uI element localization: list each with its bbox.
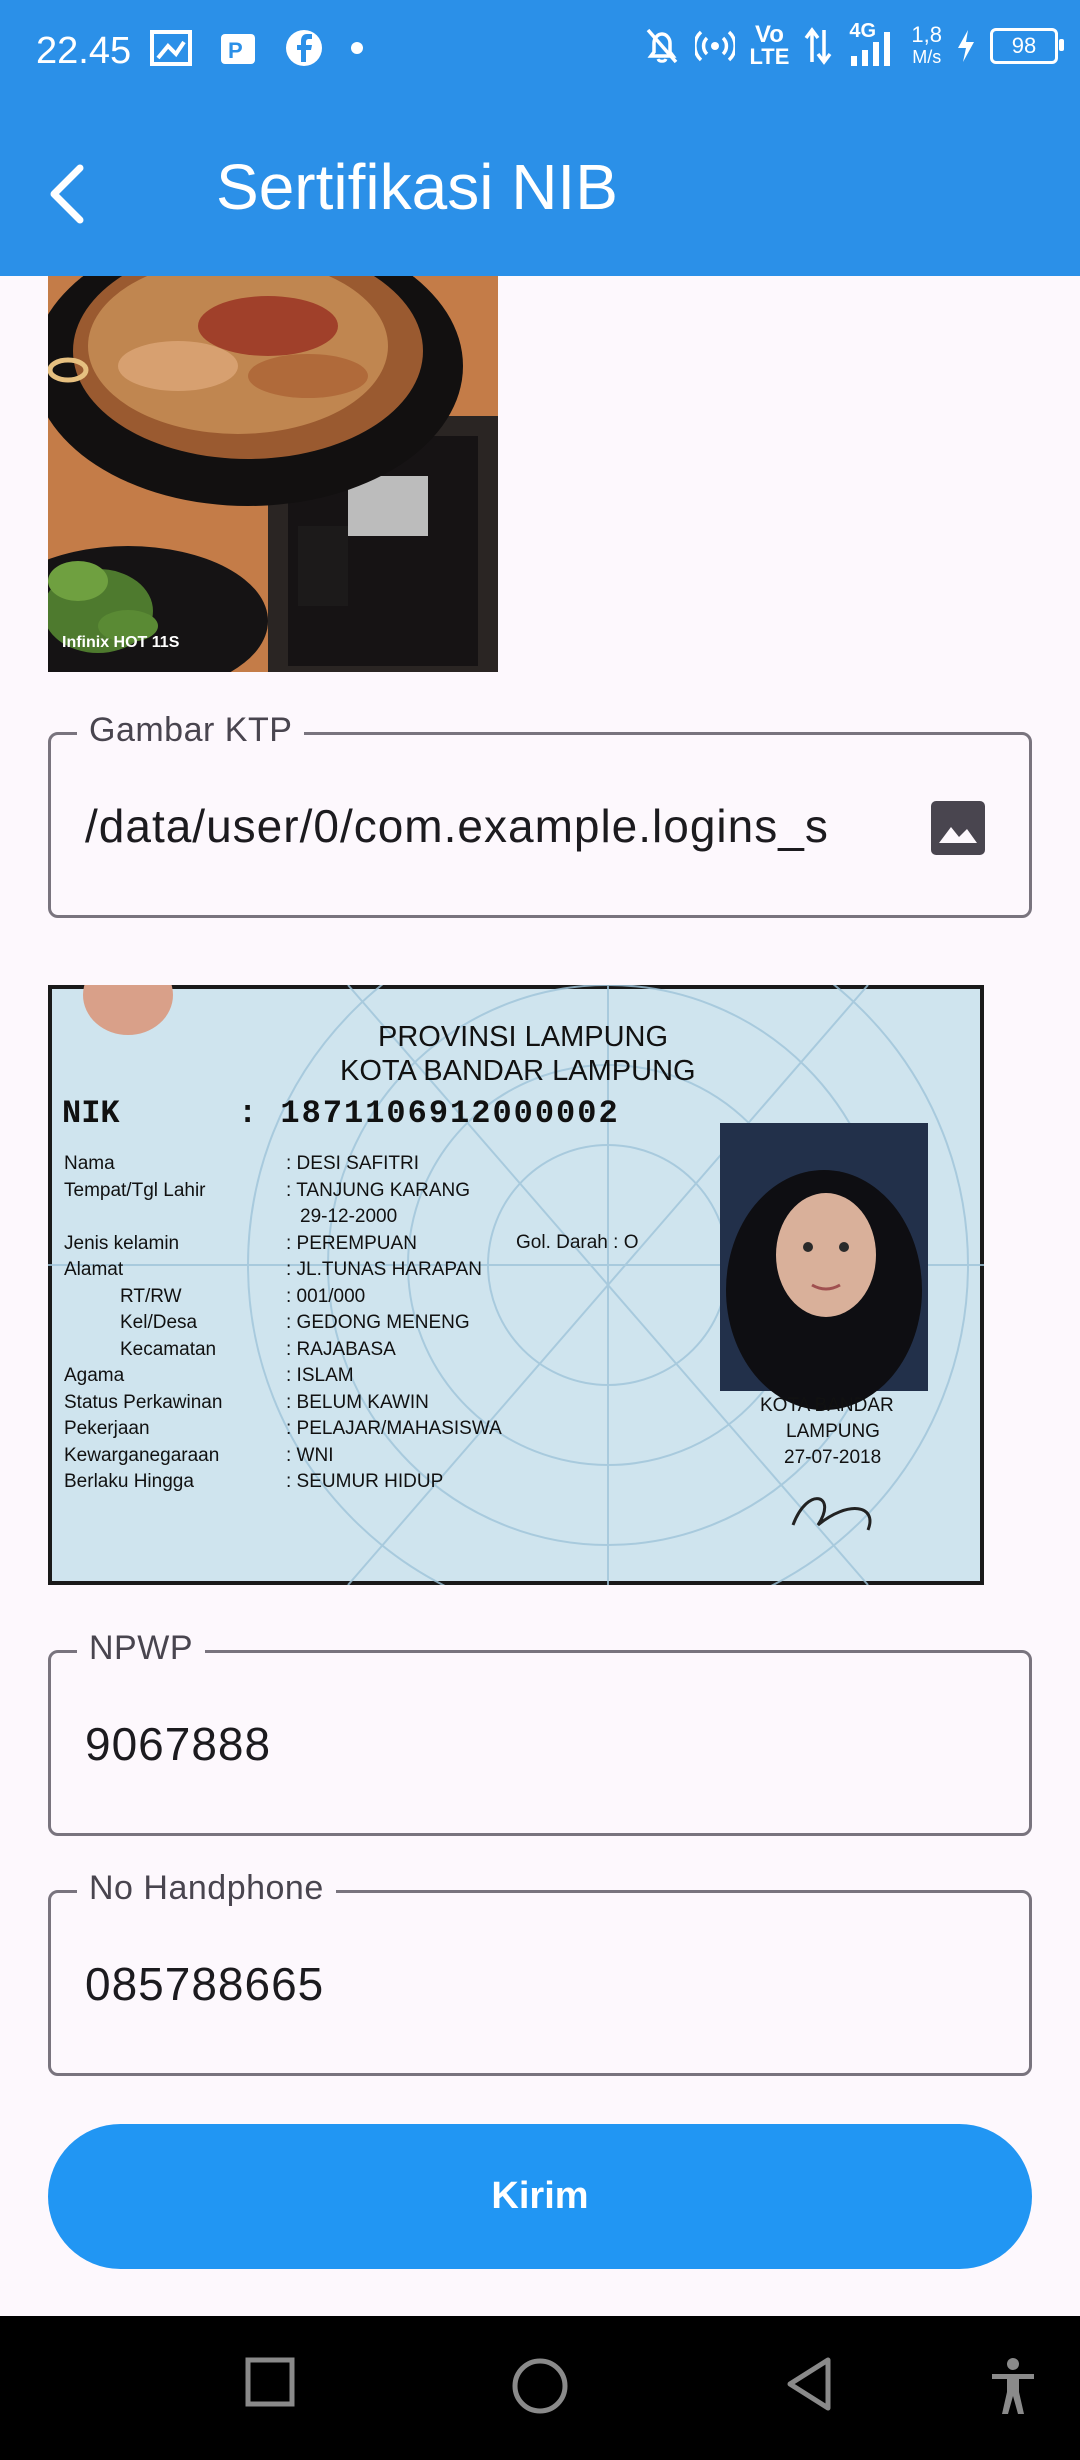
- ktp-province: PROVINSI LAMPUNG: [378, 1021, 669, 1053]
- battery-indicator: 98: [990, 28, 1064, 64]
- ktp-detail-value: : PELAJAR/MAHASISWA: [286, 1418, 502, 1439]
- ktp-file-path: /data/user/0/com.example.logins_s: [85, 800, 829, 852]
- ktp-nik-label: NIK: [62, 1095, 120, 1132]
- ktp-detail-key: RT/RW: [120, 1285, 182, 1307]
- status-time: 22.45: [36, 30, 132, 72]
- npwp-field[interactable]: NPWP 9067888: [48, 1629, 1032, 1836]
- charging-icon: [958, 30, 974, 62]
- ktp-detail-row: Agama : ISLAM: [64, 1363, 724, 1390]
- ktp-detail-key: Pekerjaan: [64, 1418, 150, 1439]
- ktp-detail-value: : 001/000: [286, 1285, 366, 1307]
- ktp-issue-city-2: LAMPUNG: [786, 1421, 880, 1442]
- notification-icons: P: [150, 28, 364, 68]
- accessibility-icon[interactable]: [988, 2356, 1038, 2416]
- ktp-issue-date: 27-07-2018: [784, 1447, 882, 1468]
- system-indicators: Vo LTE 4G 1,8 M/s 98: [643, 20, 1064, 69]
- ktp-detail-value: : BELUM KAWIN: [286, 1391, 429, 1413]
- ktp-detail-key: Status Perkawinan: [64, 1391, 223, 1413]
- ktp-detail-row: Alamat : JL.TUNAS HARAPAN: [64, 1257, 724, 1284]
- ktp-issue-city: KOTA BANDAR: [760, 1395, 894, 1416]
- ktp-detail-row: Pekerjaan : PELAJAR/MAHASISWA: [64, 1416, 724, 1443]
- back-arrow-icon[interactable]: [36, 154, 116, 234]
- npwp-input-value[interactable]: 9067888: [85, 1717, 271, 1771]
- home-icon[interactable]: [510, 2356, 570, 2416]
- phone-field-label: No Handphone: [77, 1869, 336, 1908]
- mute-bell-icon: [647, 28, 678, 64]
- ktp-detail-key: Berlaku Hingga: [64, 1471, 194, 1492]
- ktp-detail-value: : PEREMPUAN: [286, 1232, 417, 1254]
- ktp-detail-value: : ISLAM: [286, 1365, 354, 1386]
- ktp-detail-value: : JL.TUNAS HARAPAN: [286, 1259, 483, 1280]
- hotspot-icon: [695, 30, 736, 62]
- image-picker-icon[interactable]: [929, 799, 987, 857]
- status-bar: 22.45 P Vo LTE 4G 1,8 M/s 98: [0, 0, 1080, 108]
- ktp-nik-value: : 1871106912000002: [238, 1095, 620, 1132]
- ktp-detail-value: : SEUMUR HIDUP: [286, 1471, 444, 1492]
- system-navigation-bar: [0, 2316, 1080, 2460]
- ktp-detail-row: Kewarganegaraan : WNI: [64, 1443, 724, 1470]
- gallery-notification-icon: [150, 30, 192, 66]
- volte-indicator: Vo LTE: [749, 21, 790, 69]
- ktp-field-label: Gambar KTP: [77, 711, 305, 750]
- signal-bars-icon: [851, 32, 891, 66]
- ktp-detail-row: 29-12-2000: [64, 1204, 724, 1231]
- ktp-detail-value: 29-12-2000: [300, 1206, 398, 1227]
- ktp-blood-type: Gol. Darah : O: [516, 1232, 639, 1253]
- npwp-field-label: NPWP: [77, 1629, 205, 1668]
- ktp-detail-key: Alamat: [64, 1259, 124, 1280]
- svg-text:P: P: [228, 38, 243, 63]
- app-bar: Sertifikasi NIB: [0, 108, 1080, 276]
- signal-strength: 4G: [847, 20, 897, 68]
- ktp-detail-row: Tempat/Tgl Lahir : TANJUNG KARANG: [64, 1178, 724, 1205]
- ktp-detail-value: : WNI: [286, 1444, 334, 1466]
- ktp-city: KOTA BANDAR LAMPUNG: [340, 1055, 696, 1087]
- phone-input-value[interactable]: 085788665: [85, 1957, 324, 2011]
- phone-number-field[interactable]: No Handphone 085788665: [48, 1869, 1032, 2076]
- ktp-detail-row: RT/RW : 001/000: [64, 1284, 724, 1311]
- ktp-detail-row: Kel/Desa : GEDONG MENENG: [64, 1310, 724, 1337]
- ktp-detail-key: Agama: [64, 1365, 125, 1386]
- data-speed: 1,8 M/s: [911, 22, 942, 68]
- ktp-detail-value: : TANJUNG KARANG: [286, 1179, 471, 1201]
- back-nav-icon[interactable]: [784, 2356, 836, 2412]
- ktp-detail-key: [64, 1204, 286, 1231]
- page-title: Sertifikasi NIB: [216, 151, 618, 223]
- recent-apps-icon[interactable]: [244, 2356, 296, 2408]
- ktp-detail-value: : GEDONG MENENG: [286, 1312, 470, 1333]
- ktp-detail-key: Tempat/Tgl Lahir: [64, 1179, 206, 1201]
- ktp-details-list: Nama : DESI SAFITRI Tempat/Tgl Lahir : TANJ…: [64, 1151, 724, 1496]
- camera-watermark: Infinix HOT 11S: [62, 634, 180, 651]
- app-notification-icon: P: [221, 34, 255, 64]
- food-photo-image: [48, 276, 498, 672]
- ktp-detail-row: Nama : DESI SAFITRI: [64, 1151, 724, 1178]
- data-transfer-icon: [805, 27, 832, 65]
- ktp-detail-key: Nama: [64, 1153, 115, 1174]
- ktp-detail-row: Kecamatan : RAJABASA: [64, 1337, 724, 1364]
- ktp-detail-value: : RAJABASA: [286, 1338, 396, 1360]
- ktp-detail-key: Kel/Desa: [120, 1312, 198, 1333]
- ktp-detail-row: Berlaku Hingga : SEUMUR HIDUP: [64, 1469, 724, 1496]
- ktp-image-preview: PROVINSI LAMPUNG KOTA BANDAR LAMPUNG NIK…: [48, 985, 984, 1585]
- ktp-detail-key: Kecamatan: [120, 1338, 217, 1360]
- uploaded-photo-preview: Infinix HOT 11S: [48, 276, 498, 672]
- ktp-image-field[interactable]: Gambar KTP /data/user/0/com.example.logi…: [48, 711, 1032, 918]
- submit-button[interactable]: Kirim: [48, 2124, 1032, 2269]
- ktp-detail-row: Status Perkawinan : BELUM KAWIN: [64, 1390, 724, 1417]
- ktp-detail-key: Kewarganegaraan: [64, 1444, 220, 1466]
- ktp-detail-key: Jenis kelamin: [64, 1232, 180, 1254]
- ktp-detail-value: : DESI SAFITRI: [286, 1153, 420, 1174]
- more-notifications-dot-icon: [351, 42, 363, 54]
- facebook-icon: [286, 30, 322, 66]
